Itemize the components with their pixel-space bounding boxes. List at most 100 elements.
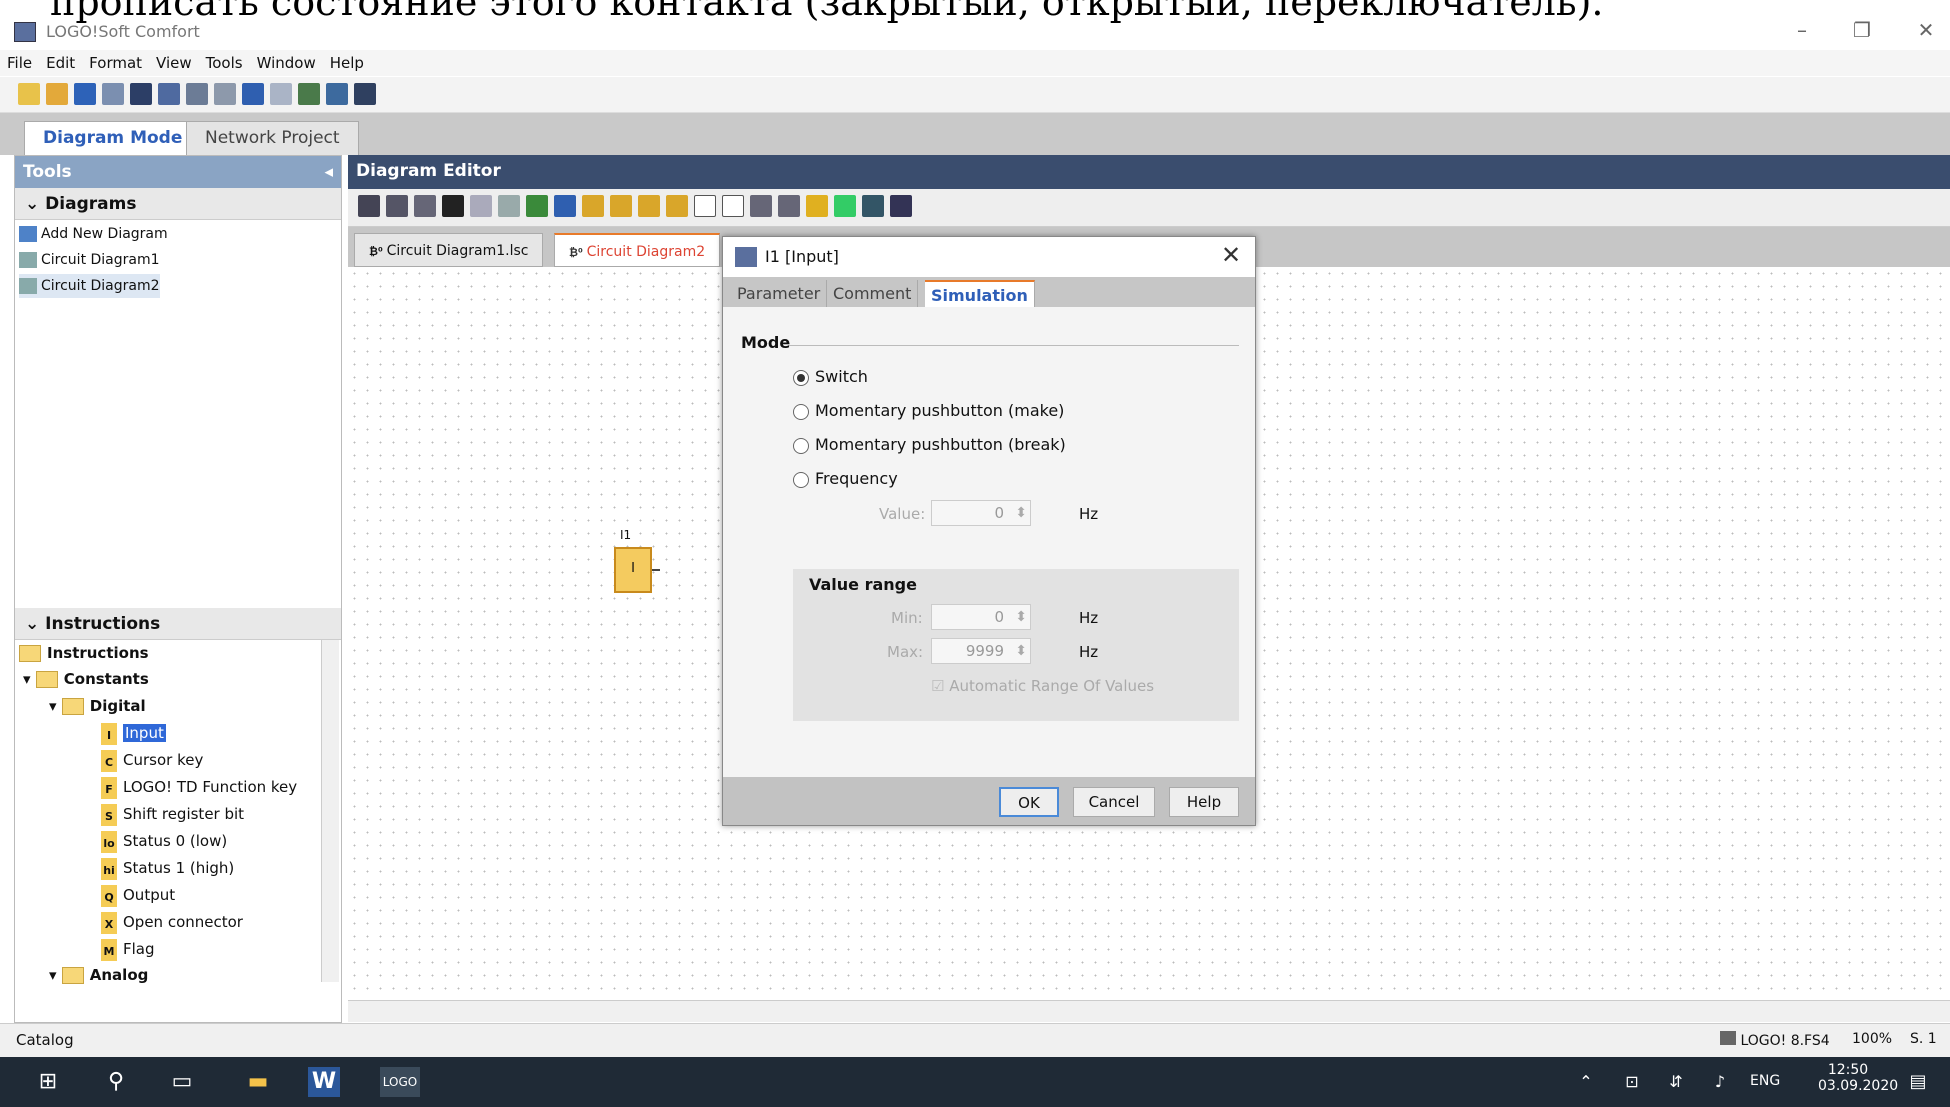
windows-start-icon[interactable]: ⊞ [32,1067,64,1097]
usb-icon[interactable]: ⇵ [1660,1067,1692,1097]
transfer-icon[interactable] [326,83,348,105]
context-help-icon[interactable] [354,83,376,105]
notifications-icon[interactable]: ▤ [1902,1067,1934,1097]
distribute-icon[interactable] [498,195,520,217]
zoom-in-icon[interactable] [750,195,772,217]
table-icon[interactable] [834,195,856,217]
ok-button[interactable]: OK [999,787,1059,817]
clock[interactable]: 12:50 03.09.2020 [1818,1062,1898,1094]
tree-item[interactable]: hi Status 1 (high) [101,855,234,881]
instructions-section[interactable]: ⌄ Instructions [15,608,341,640]
tree-item[interactable]: C Cursor key [101,747,203,773]
tab-circuit-diagram1[interactable]: ₿⁰ Circuit Diagram1.lsc [354,233,544,267]
gf-icon[interactable] [610,195,632,217]
diagram-item-selected[interactable]: Circuit Diagram2 [19,274,160,298]
tab-circuit-diagram2[interactable]: ₿⁰ Circuit Diagram2 [554,233,721,267]
volume-icon[interactable]: ♪ [1704,1067,1736,1097]
diagram-item[interactable]: Circuit Diagram1 [19,248,160,272]
chevron-up-icon[interactable]: ⌃ [1570,1067,1602,1097]
menu-file[interactable]: File [0,50,39,72]
radio-frequency[interactable]: Frequency [793,469,898,488]
diagram-label: Add New Diagram [41,226,168,242]
value-stepper[interactable]: 0 [931,500,1031,526]
language-indicator[interactable]: ENG [1750,1073,1780,1089]
add-diagram-item[interactable]: Add New Diagram [19,222,168,246]
run-icon[interactable] [862,195,884,217]
task-view-icon[interactable]: ▭ [166,1067,198,1097]
logo-app-icon[interactable]: LOGO [380,1067,420,1097]
menu-view[interactable]: View [149,50,199,72]
align-icon[interactable] [470,195,492,217]
highlight-icon[interactable] [806,195,828,217]
tree-item[interactable]: X Open connector [101,909,243,935]
tree-item[interactable]: S Shift register bit [101,801,244,827]
split-icon[interactable] [722,195,744,217]
co-icon[interactable] [582,195,604,217]
route-icon[interactable] [526,195,548,217]
minimize-icon[interactable]: – [1782,12,1822,48]
tree-item[interactable]: lo Status 0 (low) [101,828,227,854]
frame-icon[interactable] [694,195,716,217]
redo-icon[interactable] [270,83,292,105]
tree-scrollbar[interactable] [321,640,339,982]
zoom-out-icon[interactable] [778,195,800,217]
menu-help[interactable]: Help [323,50,371,72]
status-bar: Catalog LOGO! 8.FS4 100% S. 1 [0,1023,1950,1057]
collapse-icon[interactable]: ◂ [324,162,333,182]
menu-edit[interactable]: Edit [39,50,82,72]
word-icon[interactable]: W [308,1067,340,1097]
tree-instructions[interactable]: Instructions [19,640,149,666]
sf-icon[interactable] [638,195,660,217]
io-icon[interactable] [890,195,912,217]
text-icon[interactable] [442,195,464,217]
block-icon[interactable] [414,195,436,217]
close-icon[interactable]: ✕ [1906,12,1946,48]
l-icon[interactable] [666,195,688,217]
radio-break[interactable]: Momentary pushbutton (break) [793,435,1066,454]
tree-analog[interactable]: ▾ Analog [49,962,148,988]
tab-network-project[interactable]: Network Project [186,121,359,155]
tab-simulation[interactable]: Simulation [925,280,1035,307]
menu-window[interactable]: Window [250,50,323,72]
radio-make[interactable]: Momentary pushbutton (make) [793,401,1064,420]
help-button[interactable]: Help [1169,787,1239,817]
cut-icon[interactable] [158,83,180,105]
menu-tools[interactable]: Tools [199,50,250,72]
tab-parameter[interactable]: Parameter [731,280,828,307]
file-explorer-icon[interactable]: ▬ [242,1067,274,1097]
close-icon[interactable]: ✕ [1221,241,1241,269]
radio-switch[interactable]: Switch [793,367,868,386]
print-icon[interactable] [102,83,124,105]
restore-icon[interactable]: ❐ [1842,12,1882,48]
horizontal-scrollbar[interactable] [348,1000,1950,1022]
block-connector [652,569,660,571]
tree-digital[interactable]: ▾ Digital [49,693,146,719]
diagrams-section[interactable]: ⌄ Diagrams [15,188,341,220]
new-icon[interactable] [18,83,40,105]
tree-item[interactable]: Q Output [101,882,175,908]
min-stepper[interactable]: 0 [931,604,1031,630]
search-icon[interactable]: ⚲ [100,1067,132,1097]
network-icon[interactable]: ⊡ [1616,1067,1648,1097]
tree-constants[interactable]: ▾ Constants [23,666,149,692]
tree-item[interactable]: F LOGO! TD Function key [101,774,297,800]
menu-format[interactable]: Format [82,50,149,72]
input-block[interactable]: I [614,547,652,593]
select-icon[interactable] [358,195,380,217]
connect-icon[interactable] [386,195,408,217]
tree-item-input[interactable]: I Input [101,720,166,746]
tree-item[interactable]: M Flag [101,936,155,962]
tab-comment[interactable]: Comment [827,280,919,307]
undo-icon[interactable] [242,83,264,105]
undo-icon[interactable] [554,195,576,217]
open-icon[interactable] [46,83,68,105]
simulation-icon[interactable] [298,83,320,105]
paste-icon[interactable] [214,83,236,105]
max-stepper[interactable]: 9999 [931,638,1031,664]
cancel-button[interactable]: Cancel [1073,787,1155,817]
delete-icon[interactable] [130,83,152,105]
auto-range-checkbox[interactable]: ☑ Automatic Range Of Values [931,677,1154,695]
copy-icon[interactable] [186,83,208,105]
save-icon[interactable] [74,83,96,105]
tab-diagram-mode[interactable]: Diagram Mode [24,121,202,155]
